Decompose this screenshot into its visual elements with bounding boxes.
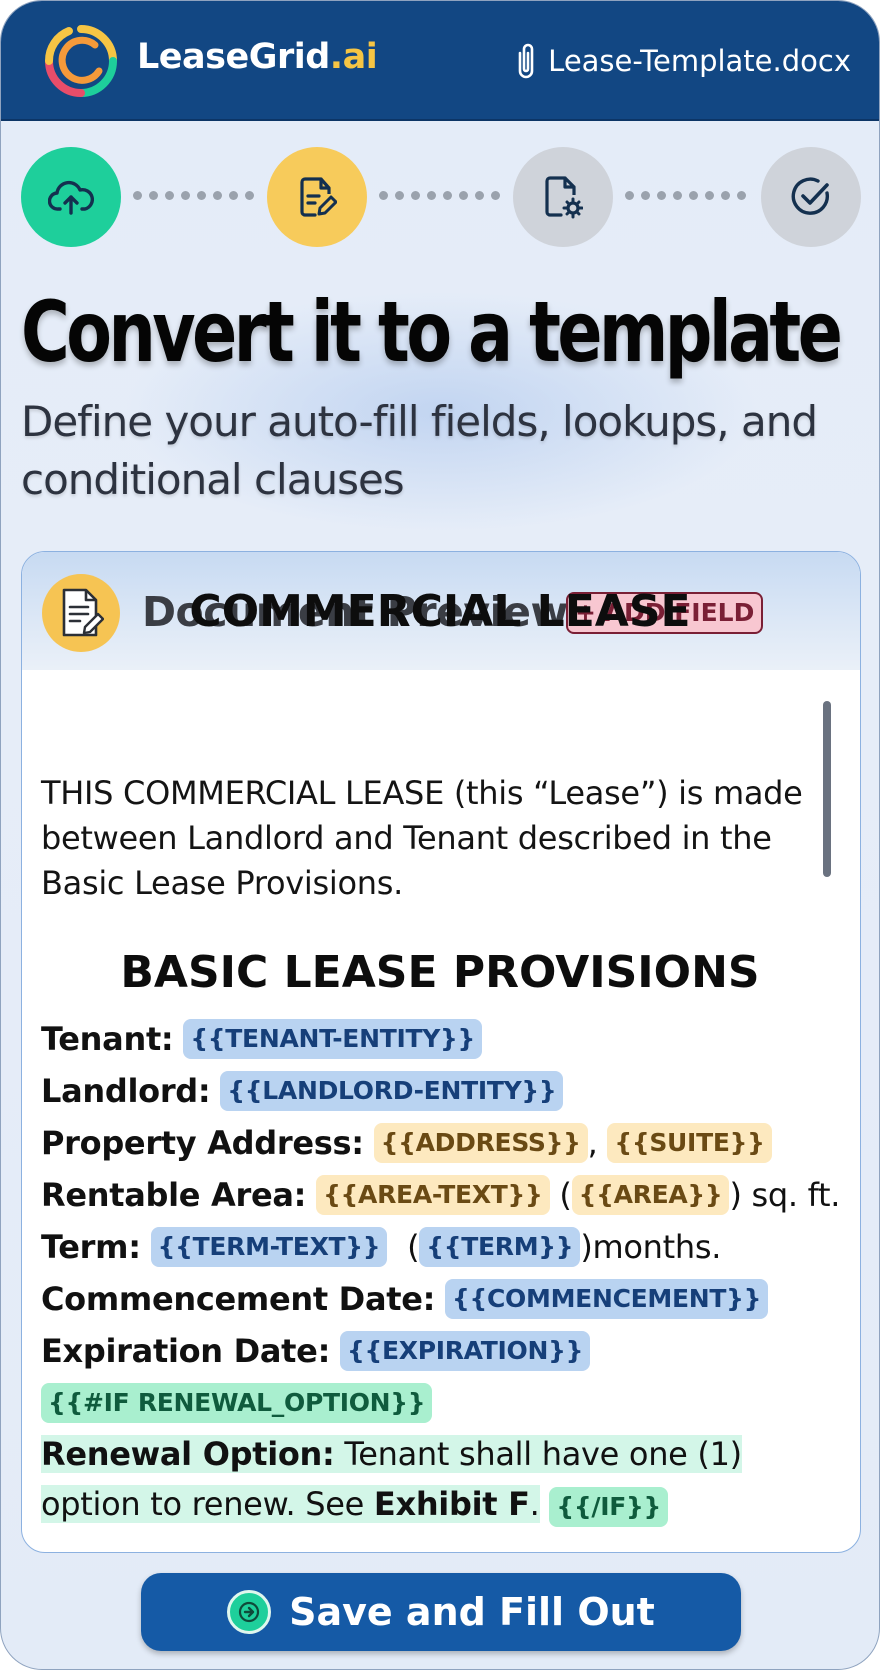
field-row-address: Property Address: {{ADDRESS}} , {{SUITE}… <box>41 1121 772 1165</box>
field-row-if: {{#IF RENEWAL_OPTION}} <box>41 1381 433 1425</box>
document-intro: THIS COMMERCIAL LEASE (this “Lease”) is … <box>41 774 803 902</box>
period-text: . <box>529 1485 540 1523</box>
field-row-term: Term: {{TERM-TEXT}} ( {{TERM}} )months. <box>41 1225 721 1269</box>
paren-text: ( <box>407 1228 420 1266</box>
page-title: Convert it to a template <box>21 283 843 381</box>
section-title: BASIC LEASE PROVISIONS <box>120 947 760 998</box>
step-connector <box>625 191 746 201</box>
field-tag-commencement[interactable]: {{COMMENCEMENT}} <box>445 1279 769 1319</box>
field-tag-area[interactable]: {{AREA}} <box>571 1175 730 1215</box>
paperclip-icon <box>518 43 534 79</box>
document-title: COMMERCIAL LEASE <box>189 586 691 637</box>
page-subtitle: Define your auto-fill fields, lookups, a… <box>21 397 818 504</box>
brand-name: LeaseGrid.ai <box>137 37 378 77</box>
field-tag-address[interactable]: {{ADDRESS}} <box>373 1123 588 1163</box>
field-label: Expiration Date: <box>41 1332 331 1370</box>
document-settings-icon <box>545 176 583 219</box>
field-tag-term[interactable]: {{TERM}} <box>419 1227 581 1267</box>
field-row-landlord: Landlord: {{LANDLORD-ENTITY}} <box>41 1069 564 1113</box>
file-chip[interactable]: Lease-Template.docx <box>514 39 851 83</box>
cloud-upload-icon <box>48 180 94 215</box>
save-and-fill-button[interactable]: Save and Fill Out <box>141 1573 741 1651</box>
unit-text: ) sq. ft. <box>729 1176 841 1214</box>
field-label: Tenant: <box>41 1020 174 1058</box>
field-tag-term-text[interactable]: {{TERM-TEXT}} <box>150 1227 388 1267</box>
step-connector <box>379 191 500 201</box>
field-row-tenant: Tenant: {{TENANT-ENTITY}} <box>41 1017 482 1061</box>
step-configure[interactable] <box>513 147 613 247</box>
exhibit-link[interactable]: Exhibit F <box>374 1485 530 1523</box>
top-bar: LeaseGrid.ai Lease-Template.docx <box>1 1 879 121</box>
step-finish[interactable] <box>761 147 861 247</box>
conditional-if-tag[interactable]: {{#IF RENEWAL_OPTION}} <box>41 1383 433 1423</box>
app-frame: LeaseGrid.ai Lease-Template.docx Convert… <box>0 0 880 1670</box>
field-row-area: Rentable Area: {{AREA-TEXT}} ( {{AREA}} … <box>41 1173 840 1217</box>
step-connector <box>133 191 254 201</box>
separator-text: , <box>587 1124 598 1162</box>
paren-text: ( <box>559 1176 572 1214</box>
field-tag-area-text[interactable]: {{AREA-TEXT}} <box>316 1175 550 1215</box>
step-upload[interactable] <box>21 147 121 247</box>
logo-icon <box>44 25 117 97</box>
step-template[interactable] <box>267 147 367 247</box>
file-name: Lease-Template.docx <box>548 44 851 78</box>
field-label: Commencement Date: <box>41 1280 436 1318</box>
document-edit-icon <box>300 177 337 217</box>
field-label: Rentable Area: <box>41 1176 307 1214</box>
renewal-label: Renewal Option: <box>41 1435 335 1473</box>
field-tag-landlord[interactable]: {{LANDLORD-ENTITY}} <box>220 1071 564 1111</box>
renewal-clause: Renewal Option: Tenant shall have one (1… <box>41 1429 761 1529</box>
field-row-expiration: Expiration Date: {{EXPIRATION}} <box>41 1329 591 1373</box>
field-row-commencement: Commencement Date: {{COMMENCEMENT}} <box>41 1277 769 1321</box>
field-tag-tenant[interactable]: {{TENANT-ENTITY}} <box>183 1019 482 1059</box>
unit-text: )months. <box>580 1228 722 1266</box>
arrow-right-icon <box>227 1590 272 1634</box>
field-tag-suite[interactable]: {{SUITE}} <box>607 1123 772 1163</box>
field-label: Term: <box>41 1228 141 1266</box>
field-tag-expiration[interactable]: {{EXPIRATION}} <box>339 1331 591 1371</box>
field-label: Property Address: <box>41 1124 364 1162</box>
check-circle-icon <box>791 177 829 215</box>
save-button-label: Save and Fill Out <box>289 1590 655 1634</box>
field-label: Landlord: <box>41 1072 211 1110</box>
conditional-endif-tag[interactable]: {{/IF}} <box>549 1487 669 1527</box>
